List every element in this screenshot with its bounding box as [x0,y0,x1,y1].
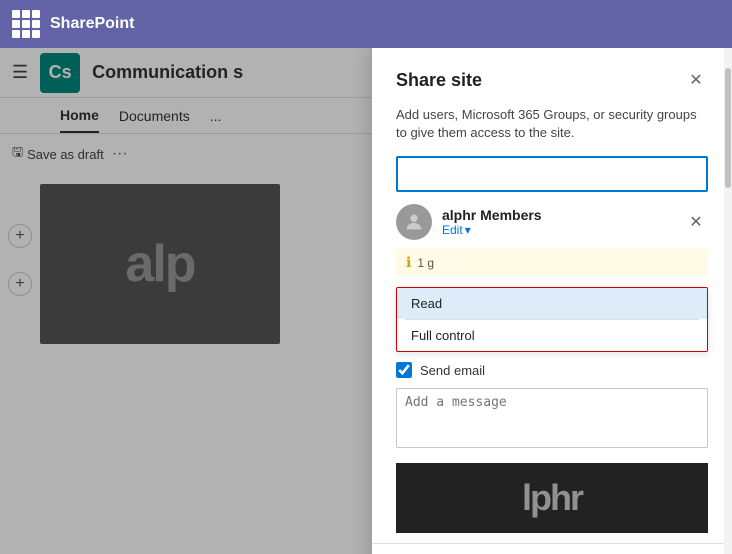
app-title: SharePoint [50,15,134,33]
waffle-icon[interactable] [12,10,40,38]
share-modal: Share site ✕ Add users, Microsoft 365 Gr… [372,48,732,554]
warning-icon: ℹ [406,254,411,271]
send-email-label: Send email [420,363,485,378]
user-avatar [396,204,432,240]
dropdown-item-full-control[interactable]: Full control [397,320,707,351]
people-search-input[interactable] [396,156,708,192]
user-row: alphr Members Edit ▾ ✕ [396,204,708,240]
remove-user-button[interactable]: ✕ [684,210,708,234]
permission-dropdown: Read Full control [396,287,708,352]
send-email-row: Send email [396,362,708,378]
modal-preview-image: lphr [396,463,708,533]
user-info: alphr Members Edit ▾ [442,207,674,237]
modal-footer: Share Cancel [372,543,732,554]
person-icon [403,211,425,233]
modal-header: Share site ✕ [396,68,708,92]
send-email-checkbox[interactable] [396,362,412,378]
warning-text: 1 g [417,256,434,270]
permission-dropdown-trigger[interactable]: Edit ▾ [442,223,674,237]
modal-title: Share site [396,70,482,91]
modal-body: Share site ✕ Add users, Microsoft 365 Gr… [372,48,732,543]
sharepoint-header: SharePoint [0,0,732,48]
preview-text: lphr [522,477,582,519]
message-textarea[interactable] [396,388,708,448]
main-content: ☰ Cs Communication s Home Documents ... … [0,48,732,554]
modal-description: Add users, Microsoft 365 Groups, or secu… [396,106,708,142]
close-button[interactable]: ✕ [684,68,708,92]
user-name: alphr Members [442,207,674,223]
dropdown-item-read[interactable]: Read [397,288,707,319]
warning-row: ℹ 1 g [396,248,708,277]
